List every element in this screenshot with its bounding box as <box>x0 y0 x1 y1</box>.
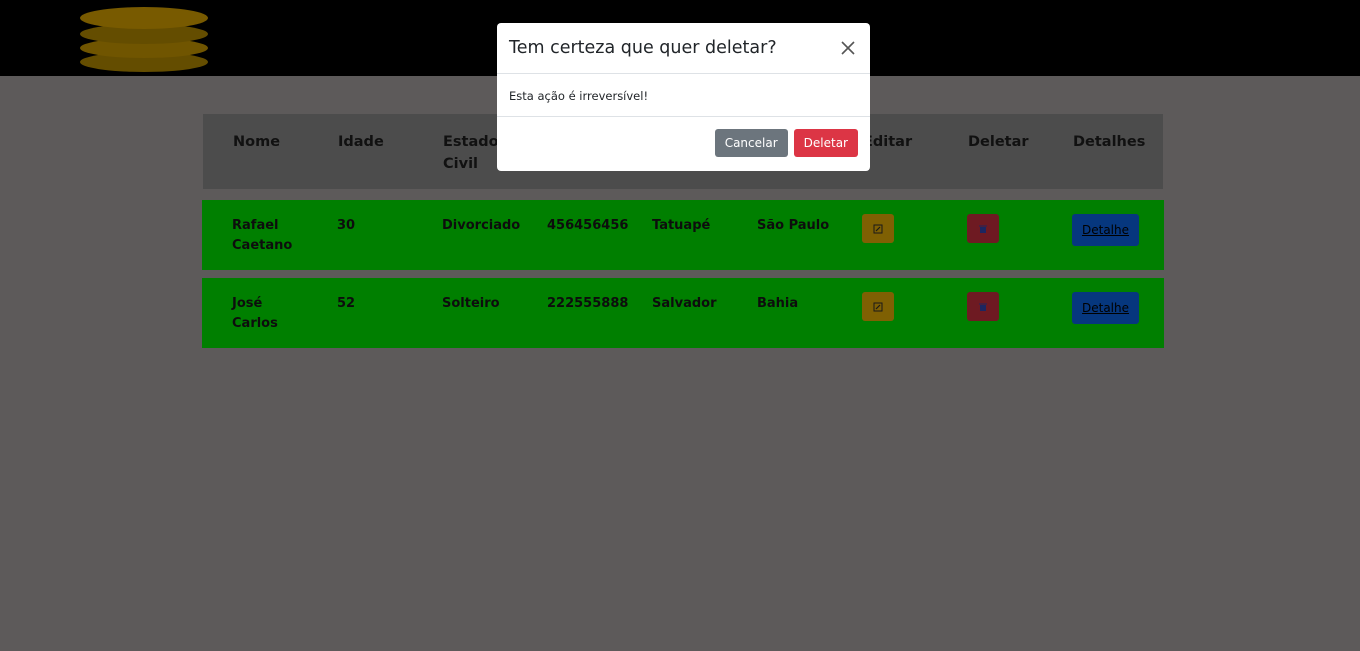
modal-body: Esta ação é irreversível! <box>497 74 870 117</box>
cancel-button[interactable]: Cancelar <box>714 129 788 157</box>
delete-confirm-modal: Tem certeza que quer deletar? Esta ação … <box>497 23 870 171</box>
modal-title: Tem certeza que quer deletar? <box>509 38 777 58</box>
modal-footer: Cancelar Deletar <box>497 117 870 157</box>
confirm-delete-button[interactable]: Deletar <box>793 129 858 157</box>
close-button[interactable] <box>838 38 858 58</box>
close-icon <box>841 41 855 55</box>
modal-header: Tem certeza que quer deletar? <box>497 23 870 74</box>
